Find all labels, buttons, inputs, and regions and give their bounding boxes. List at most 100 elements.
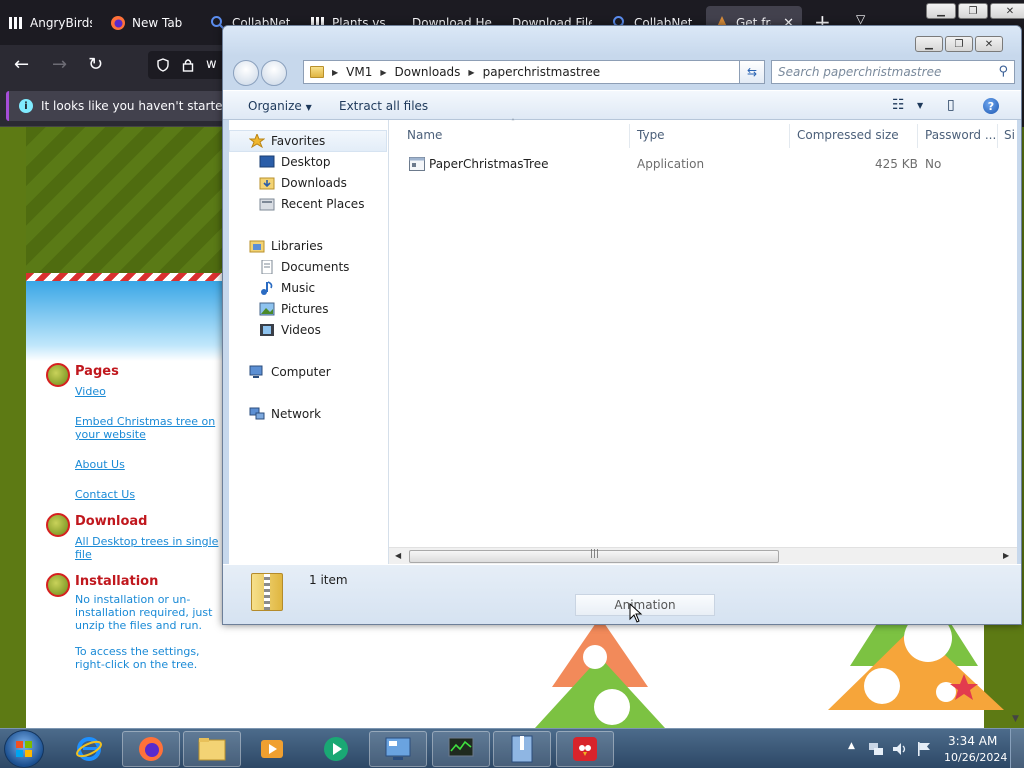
link-embed-tree[interactable]: Embed Christmas tree on your website: [75, 415, 225, 441]
scrollbar-thumb[interactable]: |||: [409, 549, 779, 563]
breadcrumb-paperchristmastree[interactable]: paperchristmastree: [483, 65, 601, 79]
nav-computer[interactable]: Computer: [249, 362, 331, 382]
nav-pictures[interactable]: Pictures: [259, 299, 329, 319]
horizontal-scrollbar[interactable]: ◀ ||| ▶: [389, 547, 1017, 564]
taskbar-explorer[interactable]: [183, 731, 241, 767]
taskbar-firefox[interactable]: [122, 731, 180, 767]
minimize-button[interactable]: ▁: [926, 3, 956, 19]
maximize-button[interactable]: ❐: [945, 36, 973, 52]
nav-downloads[interactable]: Downloads: [259, 173, 347, 193]
nav-videos[interactable]: Videos: [259, 320, 321, 340]
nav-label: Videos: [281, 323, 321, 337]
breadcrumb-downloads[interactable]: Downloads: [395, 65, 461, 79]
settings-text: To access the settings, right-click on t…: [75, 645, 200, 671]
forward-icon[interactable]: →: [52, 54, 67, 75]
organize-button[interactable]: Organize ▼: [248, 99, 312, 113]
animation-button[interactable]: Animation: [575, 594, 715, 616]
item-count: 1 item: [309, 573, 348, 587]
forward-button[interactable]: [261, 60, 287, 86]
section-title-installation: Installation: [75, 574, 159, 589]
ornament-icon: [46, 573, 70, 597]
close-button[interactable]: ✕: [990, 3, 1024, 19]
application-icon: [409, 157, 425, 171]
nav-label: Documents: [281, 260, 350, 274]
section-title-download: Download: [75, 514, 148, 529]
chevron-right-icon: ▶: [468, 67, 475, 77]
nav-recent-places[interactable]: Recent Places: [259, 194, 364, 214]
clock-date[interactable]: 10/26/2024: [944, 751, 1007, 764]
documents-icon: [261, 260, 273, 274]
scroll-left-icon[interactable]: ◀: [395, 551, 401, 560]
installation-text: No installation or un-installation requi…: [75, 593, 213, 632]
reload-icon[interactable]: ↻: [88, 54, 103, 75]
link-all-desktop-trees[interactable]: All Desktop trees in single file: [75, 535, 225, 561]
search-input[interactable]: Search paperchristmastree ⚲: [771, 60, 1015, 84]
taskbar-task-manager[interactable]: [432, 731, 490, 767]
file-name[interactable]: PaperChristmasTree: [429, 157, 549, 171]
link-about-us[interactable]: About Us: [75, 458, 125, 471]
desktop-icon: [259, 155, 275, 168]
system-tray: ▲ 3:34 AM 10/26/2024: [840, 729, 1024, 768]
ornament-icon: [46, 363, 70, 387]
back-button[interactable]: [233, 60, 259, 86]
volume-icon[interactable]: [892, 741, 908, 757]
mouse-cursor-icon: [629, 603, 643, 623]
browser-navbar: ← → ↻ w: [0, 45, 238, 85]
scroll-down-icon[interactable]: ▼: [1012, 714, 1019, 724]
extract-all-button[interactable]: Extract all files: [339, 99, 428, 113]
link-video[interactable]: Video: [75, 385, 106, 398]
list-all-tabs-icon[interactable]: ▽: [856, 12, 865, 26]
preview-pane-icon[interactable]: ▯: [947, 97, 955, 113]
section-title-pages: Pages: [75, 364, 119, 379]
action-center-flag-icon[interactable]: [916, 741, 932, 757]
nav-label: Downloads: [281, 176, 347, 190]
taskbar-green-app[interactable]: [307, 731, 365, 767]
taskbar-internet-explorer[interactable]: [60, 731, 118, 767]
recent-places-icon: [259, 198, 275, 211]
search-icon[interactable]: ⚲: [998, 64, 1008, 79]
nav-favorites[interactable]: Favorites: [249, 131, 325, 151]
help-icon[interactable]: ?: [983, 98, 999, 114]
tab-angrybirds[interactable]: AngryBirds: [0, 6, 100, 40]
back-icon[interactable]: ←: [14, 54, 29, 75]
maximize-button[interactable]: ❐: [958, 3, 988, 19]
nav-libraries[interactable]: Libraries: [249, 236, 323, 256]
chevron-down-icon[interactable]: ▼: [917, 101, 923, 110]
network-icon: [249, 407, 265, 420]
scroll-right-icon[interactable]: ▶: [1003, 551, 1009, 560]
nav-network[interactable]: Network: [249, 404, 321, 424]
table-row[interactable]: PaperChristmasTree Application 425 KB No: [389, 120, 1017, 180]
show-hidden-icons[interactable]: ▲: [848, 741, 855, 751]
music-icon: [261, 281, 273, 295]
refresh-button[interactable]: ⇆: [739, 60, 765, 84]
folder-icon: [310, 66, 324, 78]
taskbar-control-panel[interactable]: [369, 731, 427, 767]
view-options-icon[interactable]: ☷: [892, 97, 905, 113]
explorer-window-controls: ▁ ❐ ✕: [915, 36, 1003, 52]
clock-time[interactable]: 3:34 AM: [948, 734, 997, 748]
chevron-right-icon: ▶: [380, 67, 387, 77]
tab-new-tab[interactable]: New Tab: [102, 6, 198, 40]
address-bar[interactable]: ▶ VM1 ▶ Downloads ▶ paperchristmastree ▼: [303, 60, 763, 84]
file-compressed-size: 425 KB: [875, 157, 918, 171]
tab-label: AngryBirds: [30, 16, 92, 30]
videos-icon: [260, 324, 274, 336]
link-contact-us[interactable]: Contact Us: [75, 488, 135, 501]
pictures-icon: [259, 302, 275, 316]
taskbar-angry-birds[interactable]: [556, 731, 614, 767]
minimize-button[interactable]: ▁: [915, 36, 943, 52]
nav-label: Computer: [271, 365, 331, 379]
nav-music[interactable]: Music: [259, 278, 315, 298]
nav-desktop[interactable]: Desktop: [259, 152, 331, 172]
folder-icon: [198, 738, 226, 761]
breadcrumb-vm1[interactable]: VM1: [346, 65, 372, 79]
download-section: Download All Desktop trees in single fil…: [46, 513, 236, 563]
taskbar-archive[interactable]: [493, 731, 551, 767]
close-button[interactable]: ✕: [975, 36, 1003, 52]
nav-documents[interactable]: Documents: [259, 257, 349, 277]
taskbar-media-player[interactable]: [243, 731, 301, 767]
start-button[interactable]: [4, 730, 44, 768]
show-desktop-button[interactable]: [1010, 729, 1024, 768]
explorer-title-bar[interactable]: ▁ ❐ ✕: [223, 26, 1021, 56]
network-tray-icon[interactable]: [868, 741, 884, 757]
